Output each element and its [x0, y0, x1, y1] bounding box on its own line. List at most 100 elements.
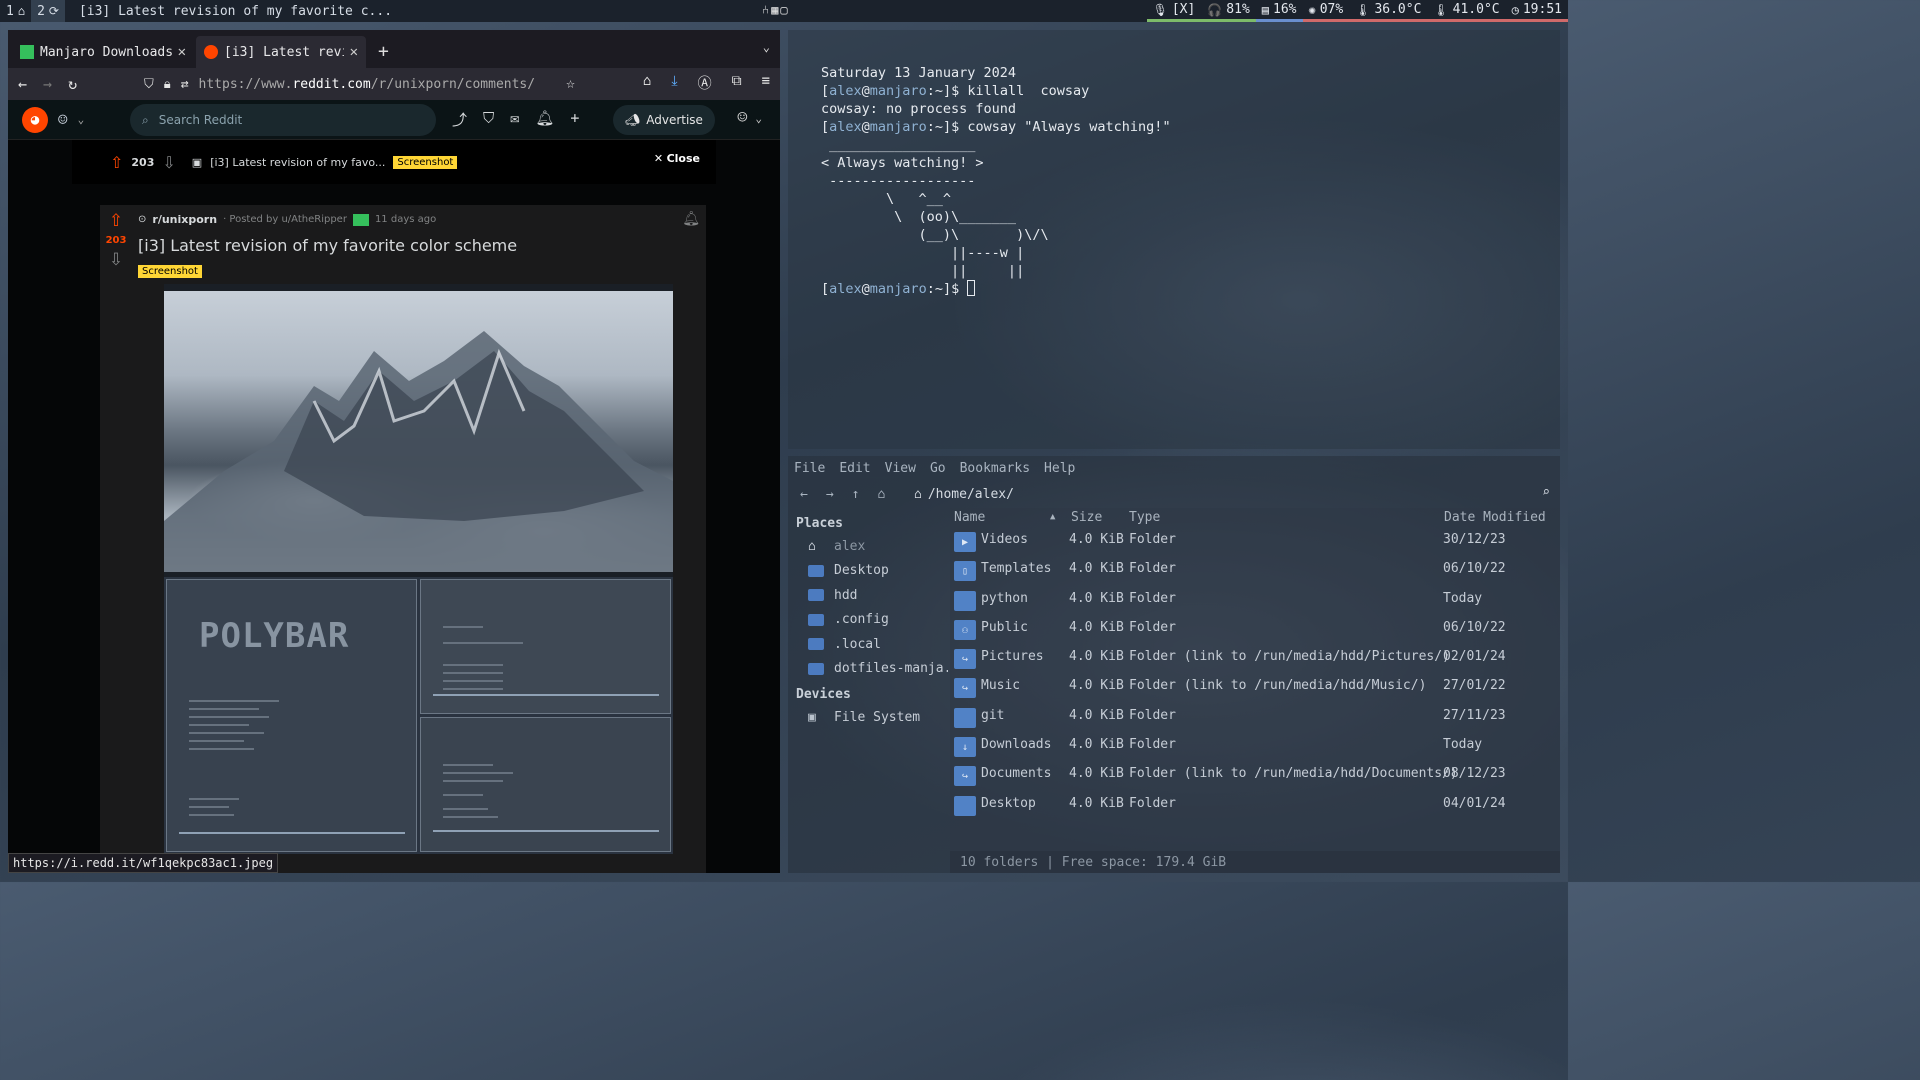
menu-icon[interactable]: ≡ [762, 73, 770, 93]
file-list-header: Name ▲ Size Type Date Modified [950, 508, 1560, 526]
new-tab-button[interactable]: + [378, 41, 389, 62]
forward-icon[interactable]: → [826, 487, 834, 502]
tab-manjaro-downloads[interactable]: Manjaro Downloads ✕ [12, 36, 194, 68]
subreddit-icon[interactable]: ⊙ [138, 214, 146, 225]
up-icon[interactable]: ↑ [852, 487, 860, 502]
column-type[interactable]: Type [1129, 510, 1160, 525]
upvote-icon[interactable]: ⇧ [110, 153, 123, 172]
extensions-icon[interactable]: ⧉ [732, 73, 742, 93]
reddit-search-box[interactable]: ⌕ Search Reddit [130, 104, 436, 136]
search-icon[interactable]: ⌕ [1542, 485, 1550, 500]
close-tab-icon[interactable]: ✕ [350, 44, 358, 60]
column-size[interactable]: Size [1071, 510, 1102, 525]
account-icon[interactable]: Ⓐ [698, 73, 712, 93]
post-image[interactable]: POLYBAR [164, 284, 673, 854]
menu-help[interactable]: Help [1044, 461, 1075, 476]
tab-reddit-post[interactable]: [i3] Latest revisio ✕ [196, 36, 366, 68]
place-item[interactable]: dotfiles-manja... [788, 657, 948, 682]
file-row[interactable]: ↪ Documents 4.0 KiB Folder (link to /run/me… [950, 760, 1560, 789]
menu-go[interactable]: Go [930, 461, 946, 476]
file-list: Name ▲ Size Type Date Modified ▶ Videos 4.… [950, 508, 1560, 873]
device-label: File System [834, 709, 921, 725]
system-tray-icons[interactable]: ⑃▦▢ [762, 3, 790, 17]
file-row[interactable]: ↪ Music 4.0 KiB Folder (link to /run/media/… [950, 672, 1560, 701]
file-row[interactable]: ▯ Templates 4.0 KiB Folder 06/10/22 [950, 555, 1560, 584]
chat-icon[interactable]: ✉ [510, 109, 519, 130]
bookmark-star-icon[interactable]: ☆ [566, 74, 575, 92]
file-row[interactable]: Desktop 4.0 KiB Folder 04/01/24 [950, 790, 1560, 819]
subreddit-link[interactable]: r/unixporn [152, 213, 217, 226]
menu-bookmarks[interactable]: Bookmarks [960, 461, 1030, 476]
close-tab-icon[interactable]: ✕ [178, 44, 186, 60]
post-flair[interactable]: Screenshot [138, 265, 202, 278]
notifications-bell-icon[interactable]: 🔔︎ [535, 109, 554, 130]
terminal-window[interactable]: Saturday 13 January 2024 [alex@manjaro:~]… [788, 30, 1560, 449]
community-avatar-icon[interactable]: ☺ [58, 110, 68, 129]
menu-file[interactable]: File [794, 461, 825, 476]
lock-icon[interactable]: 🔒︎ [164, 77, 171, 92]
file-row[interactable]: ▶ Videos 4.0 KiB Folder 30/12/23 [950, 526, 1560, 555]
user-avatar: ☺ [737, 108, 748, 128]
mod-shield-icon[interactable]: ⛉ [483, 109, 494, 130]
user-menu[interactable]: ☺ ⌄ [737, 108, 762, 128]
overlay-post-title: [i3] Latest revision of my favo... [210, 155, 386, 169]
file-row[interactable]: python 4.0 KiB Folder Today [950, 585, 1560, 614]
upvote-icon[interactable]: ⇧ [109, 211, 123, 231]
back-icon[interactable]: ← [18, 75, 27, 93]
file-row[interactable]: ↓ Downloads 4.0 KiB Folder Today [950, 731, 1560, 760]
home-icon[interactable]: ⌂ [877, 487, 885, 502]
megaphone-icon: 📣︎ [625, 113, 641, 127]
file-name: Music [981, 678, 1021, 694]
device-item[interactable]: ▣ File System [788, 705, 948, 730]
flair-badge[interactable]: Screenshot [393, 155, 458, 169]
place-item[interactable]: .local [788, 632, 948, 657]
cpu-icon: ✺ [1308, 2, 1316, 17]
location-bar[interactable]: ⌂ /home/alex/ [914, 484, 1530, 504]
tab-label: Manjaro Downloads [40, 44, 172, 60]
downvote-icon[interactable]: ⇩ [109, 250, 123, 270]
create-post-plus-icon[interactable]: + [570, 109, 579, 130]
download-icon[interactable]: ⤓ [671, 73, 677, 93]
column-name[interactable]: Name [954, 510, 985, 525]
reload-icon[interactable]: ↻ [68, 75, 77, 93]
popular-icon[interactable]: ⤴ [452, 109, 467, 130]
reddit-logo-icon[interactable]: ◕ [22, 106, 48, 133]
close-button[interactable]: ✕ Close [654, 152, 700, 165]
file-row[interactable]: ⚇ Public 4.0 KiB Folder 06/10/22 [950, 614, 1560, 643]
file-date: 30/12/23 [1443, 532, 1506, 547]
workspace-1[interactable]: 1 ⌂ [0, 0, 31, 22]
file-name: git [981, 707, 1005, 723]
follow-bell-icon[interactable]: 🔔︎ [682, 211, 700, 227]
menu-view[interactable]: View [885, 461, 916, 476]
url-bar[interactable]: ⛉ 🔒︎ ⇄ https://www.reddit.com/r/unixporn… [144, 72, 600, 96]
back-icon[interactable]: ← [800, 487, 808, 502]
status-block: 🌡 41.0°C [1427, 0, 1506, 22]
author-link[interactable]: · Posted by u/AtheRipper [223, 214, 347, 225]
permissions-icon[interactable]: ⇄ [181, 77, 189, 92]
place-item[interactable]: .config [788, 608, 948, 633]
file-row[interactable]: git 4.0 KiB Folder 27/11/23 [950, 702, 1560, 731]
chevron-down-icon[interactable]: ⌄ [78, 113, 85, 126]
file-name: Templates [981, 561, 1052, 577]
prompt-cwd: ~ [934, 119, 943, 135]
refresh-icon: ⟳ [48, 4, 59, 18]
list-all-tabs-icon[interactable]: ⌄ [763, 40, 770, 54]
shield-icon[interactable]: ⛉ [144, 77, 154, 92]
place-item[interactable]: hdd [788, 583, 948, 608]
file-manager-toolbar: ← → ↑ ⌂ ⌂ /home/alex/ ⌕ [788, 480, 1560, 508]
terminal-output-line: (__)\ )\/\ [821, 227, 1049, 243]
column-date-modified[interactable]: Date Modified [1444, 510, 1546, 525]
workspace-2[interactable]: 2 ⟳ [31, 0, 65, 22]
file-row[interactable]: ↪ Pictures 4.0 KiB Folder (link to /run/med… [950, 643, 1560, 672]
file-name: Videos [981, 532, 1028, 547]
place-item[interactable]: Desktop [788, 559, 948, 584]
file-type: Folder [1129, 795, 1176, 811]
advertise-button[interactable]: 📣︎ Advertise [613, 105, 715, 135]
home-icon[interactable]: ⌂ [643, 73, 651, 93]
url-text[interactable]: https://www.reddit.com/r/unixporn/commen… [199, 77, 536, 92]
place-item[interactable]: ⌂ alex [788, 534, 948, 559]
forward-icon[interactable]: → [43, 75, 52, 93]
menu-edit[interactable]: Edit [839, 461, 870, 476]
chevron-down-icon: ⌄ [755, 111, 762, 125]
downvote-icon[interactable]: ⇩ [162, 153, 175, 172]
